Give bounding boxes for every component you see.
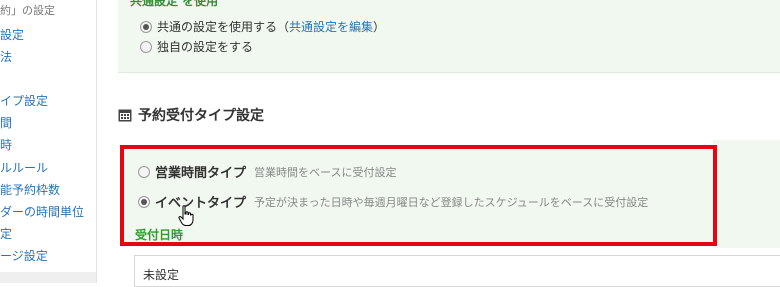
sidebar-item-time[interactable]: 時 — [0, 136, 12, 153]
sidebar-item-slot-count[interactable]: 能予約枠数 — [0, 181, 60, 198]
use-common-label: 共通の設定を使用する（ — [157, 20, 290, 34]
reception-datetime-field[interactable]: 未設定 — [134, 255, 780, 287]
reservation-type-highlight: 営業時間タイプ 営業時間をベースに受付設定 イベントタイプ 予定が決まった日時や… — [120, 145, 717, 246]
sidebar-item-rule[interactable]: ルルール — [0, 159, 48, 176]
type-panel-background — [713, 140, 780, 248]
business-hours-type-option[interactable]: 営業時間タイプ 営業時間をベースに受付設定 — [138, 162, 396, 181]
use-common-radio[interactable] — [140, 20, 152, 33]
reception-datetime-value: 未設定 — [143, 268, 180, 282]
sidebar-item-type-setting[interactable]: イプ設定 — [0, 92, 48, 109]
calendar-icon — [118, 109, 132, 122]
own-setting-radio[interactable] — [140, 40, 152, 53]
sidebar-item-period[interactable]: 間 — [0, 114, 12, 131]
sidebar-header: 約」の設定 — [0, 4, 55, 17]
sidebar-item-time-unit[interactable]: ダーの時間単位 — [0, 203, 84, 220]
business-hours-radio[interactable] — [138, 165, 150, 178]
business-hours-description: 営業時間をベースに受付設定 — [254, 165, 397, 179]
use-common-suffix: ） — [373, 20, 386, 34]
sidebar-footer — [0, 272, 96, 283]
sidebar-item-config[interactable]: 定 — [0, 225, 12, 242]
event-type-option[interactable]: イベントタイプ 予定が決まった日時や毎週月曜日など登録したスケジュールをベースに… — [138, 192, 648, 211]
hand-cursor-icon — [178, 205, 194, 226]
reception-datetime-label: 受付日時 — [135, 228, 184, 242]
panel-heading-fragment: 共通設定 を使用 — [130, 0, 219, 8]
common-settings-panel: 共通設定 を使用 共通の設定を使用する（ 共通設定を編集 ） 独自の設定をする — [118, 0, 780, 73]
sidebar-item-page-setting[interactable]: ージ設定 — [0, 247, 48, 264]
edit-common-link[interactable]: 共通設定を編集 — [289, 18, 373, 35]
own-setting-label: 独自の設定をする — [157, 40, 254, 54]
event-type-label: イベントタイプ — [155, 196, 247, 211]
own-setting-option[interactable]: 独自の設定をする — [140, 38, 253, 55]
use-common-option[interactable]: 共通の設定を使用する（ 共通設定を編集 ） — [140, 18, 385, 35]
business-hours-label: 営業時間タイプ — [155, 166, 247, 181]
event-type-description: 予定が決まった日時や毎週月曜日など登録したスケジュールをベースに受付設定 — [254, 195, 649, 209]
sidebar-item-method[interactable]: 法 — [0, 48, 12, 65]
sidebar: 約」の設定 設定 法 イプ設定 間 時 ルルール 能予約枠数 ダーの時間単位 定… — [0, 0, 97, 283]
section-title-text: 予約受付タイプ設定 — [138, 108, 264, 124]
section-title: 予約受付タイプ設定 — [118, 105, 264, 125]
sidebar-item-settings[interactable]: 設定 — [0, 26, 24, 43]
event-type-radio[interactable] — [138, 195, 150, 208]
